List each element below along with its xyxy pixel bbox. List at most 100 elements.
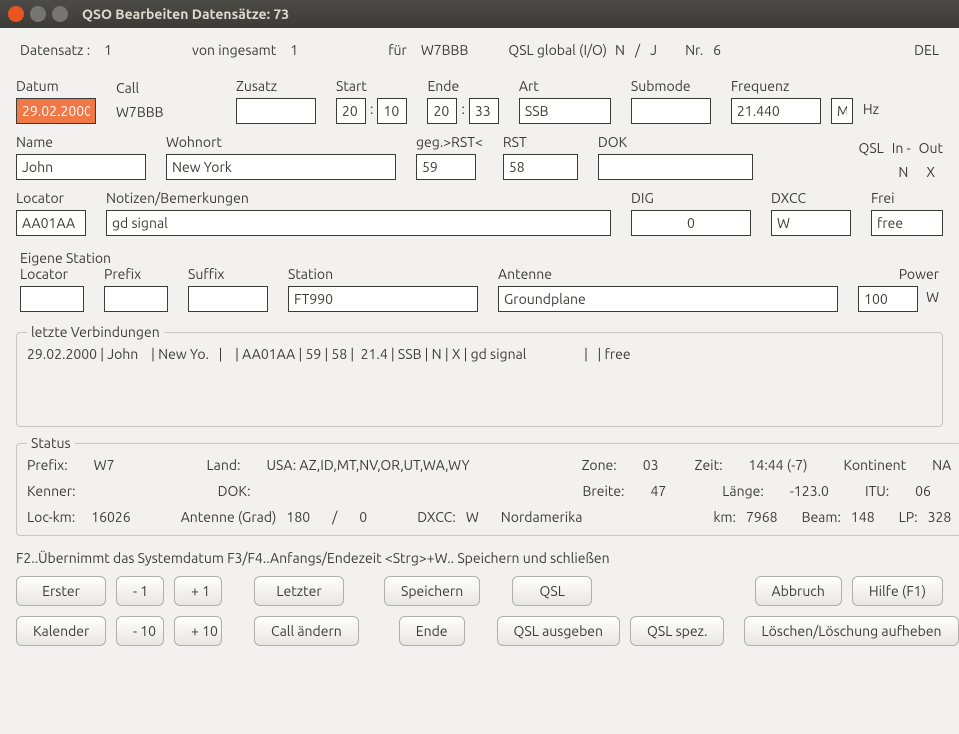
status-fieldset: Status Prefix: W7 Land: USA: AZ,ID,MT,NV…	[16, 435, 959, 536]
dok-input[interactable]	[598, 154, 753, 180]
qsl-label: QSL	[858, 140, 883, 156]
submode-input[interactable]	[631, 98, 711, 124]
beam-label: Beam:	[802, 509, 841, 525]
plus1-button[interactable]: + 1	[174, 576, 222, 606]
prefix-value: W7	[94, 457, 115, 473]
locator-input[interactable]	[16, 210, 86, 236]
datum-input[interactable]	[16, 98, 96, 124]
window-title: QSO Bearbeiten Datensätze: 73	[82, 6, 289, 22]
call-group: Call W7BBB	[116, 80, 216, 124]
letzter-button[interactable]: Letzter	[254, 576, 344, 606]
own-antenne-group: Antenne	[498, 266, 838, 312]
minimize-icon[interactable]	[30, 6, 46, 22]
dig-input[interactable]	[631, 210, 751, 236]
dxcc-input[interactable]	[771, 210, 851, 236]
own-station-input[interactable]	[288, 286, 478, 312]
lp-value: 328	[928, 509, 952, 525]
kontinent-value: NA	[932, 457, 951, 473]
own-power-label: Power	[858, 266, 939, 282]
record-header: Datensatz : 1 von ingesamt 1 für W7BBB Q…	[16, 42, 943, 58]
hilfe-button[interactable]: Hilfe (F1)	[852, 576, 943, 606]
own-power-group: Power W	[858, 266, 939, 312]
wohnort-input[interactable]	[166, 154, 396, 180]
submode-label: Submode	[631, 78, 711, 94]
ende-min-input[interactable]	[469, 98, 499, 124]
zusatz-group: Zusatz	[236, 78, 316, 124]
qsl-button[interactable]: QSL	[512, 576, 592, 606]
rst-group: RST	[503, 134, 578, 180]
own-locator-input[interactable]	[20, 286, 84, 312]
von-value: 1	[290, 42, 298, 58]
nr-label: Nr.	[685, 42, 703, 58]
start-group: Start :	[336, 78, 407, 124]
minus10-button[interactable]: - 10	[116, 616, 164, 646]
von-label: von ingesamt	[192, 42, 276, 58]
slash-label: /	[635, 42, 640, 58]
own-antenne-label: Antenne	[498, 266, 838, 282]
qsl-in-val: N	[898, 164, 908, 180]
qsl-in-value: N	[615, 42, 625, 58]
own-power-input[interactable]	[858, 286, 918, 312]
del-label: DEL	[914, 42, 939, 58]
fuer-value: W7BBB	[421, 42, 469, 58]
qsl-out-val: X	[926, 164, 935, 180]
speichern-button[interactable]: Speichern	[384, 576, 480, 606]
name-input[interactable]	[16, 154, 146, 180]
minus1-button[interactable]: - 1	[116, 576, 164, 606]
dok-label: DOK	[598, 134, 753, 150]
locator-group: Locator	[16, 190, 86, 236]
freq-label: Frequenz	[731, 78, 879, 94]
close-icon[interactable]	[8, 6, 24, 22]
ende-hour-input[interactable]	[427, 98, 457, 124]
abbruch-button[interactable]: Abbruch	[755, 576, 842, 606]
frei-group: Frei	[871, 190, 943, 236]
geg-rst-input[interactable]	[416, 154, 476, 180]
own-antenne-input[interactable]	[498, 286, 838, 312]
frei-input[interactable]	[871, 210, 943, 236]
beam-value: 148	[851, 509, 875, 525]
freq-group: Frequenz Hz	[731, 78, 879, 124]
datum-group: Datum	[16, 78, 96, 124]
zeit-value: 14:44 (-7)	[749, 457, 808, 473]
dok-group: DOK	[598, 134, 753, 180]
ende-button[interactable]: Ende	[399, 616, 465, 646]
last-connection-text: 29.02.2000 | John | New Yo. | | AA01AA |…	[27, 346, 932, 416]
qsl-in-label: In -	[892, 140, 911, 156]
ende-group: Ende :	[427, 78, 498, 124]
hint-text: F2..Übernimmt das Systemdatum F3/F4..Anf…	[16, 550, 943, 566]
kenner-label: Kenner:	[27, 483, 76, 499]
art-label: Art	[519, 78, 611, 94]
wohnort-label: Wohnort	[166, 134, 396, 150]
kalender-button[interactable]: Kalender	[16, 616, 106, 646]
geg-rst-group: geg.>RST<	[416, 134, 483, 180]
qsl-spez-button[interactable]: QSL spez.	[630, 616, 724, 646]
qsl-inout-group: QSL In - Out N X	[858, 140, 943, 180]
erster-button[interactable]: Erster	[16, 576, 106, 606]
start-min-input[interactable]	[377, 98, 407, 124]
freq-input[interactable]	[731, 98, 821, 124]
datensatz-value: 1	[104, 42, 112, 58]
zusatz-label: Zusatz	[236, 78, 316, 94]
qsl-ausgeben-button[interactable]: QSL ausgeben	[497, 616, 621, 646]
dxcc-group: DXCC	[771, 190, 851, 236]
zone-value: 03	[643, 457, 659, 473]
start-hour-input[interactable]	[336, 98, 366, 124]
freq-unit-input[interactable]	[831, 98, 853, 124]
loeschen-button[interactable]: Löschen/Löschung aufheben	[744, 616, 958, 646]
laenge-label: Länge:	[722, 483, 764, 499]
rst-input[interactable]	[503, 154, 578, 180]
fuer-label: für	[388, 42, 407, 58]
land-label: Land:	[207, 457, 241, 473]
notizen-input[interactable]	[106, 210, 611, 236]
plus10-button[interactable]: + 10	[174, 616, 222, 646]
breite-label: Breite:	[583, 483, 625, 499]
dxcc-label: DXCC	[771, 190, 851, 206]
call-aendern-button[interactable]: Call ändern	[254, 616, 359, 646]
zusatz-input[interactable]	[236, 98, 316, 124]
art-input[interactable]	[519, 98, 611, 124]
colon-label: :	[461, 101, 464, 117]
own-prefix-input[interactable]	[104, 286, 168, 312]
maximize-icon[interactable]	[52, 6, 68, 22]
own-suffix-input[interactable]	[188, 286, 268, 312]
dig-group: DIG	[631, 190, 751, 236]
